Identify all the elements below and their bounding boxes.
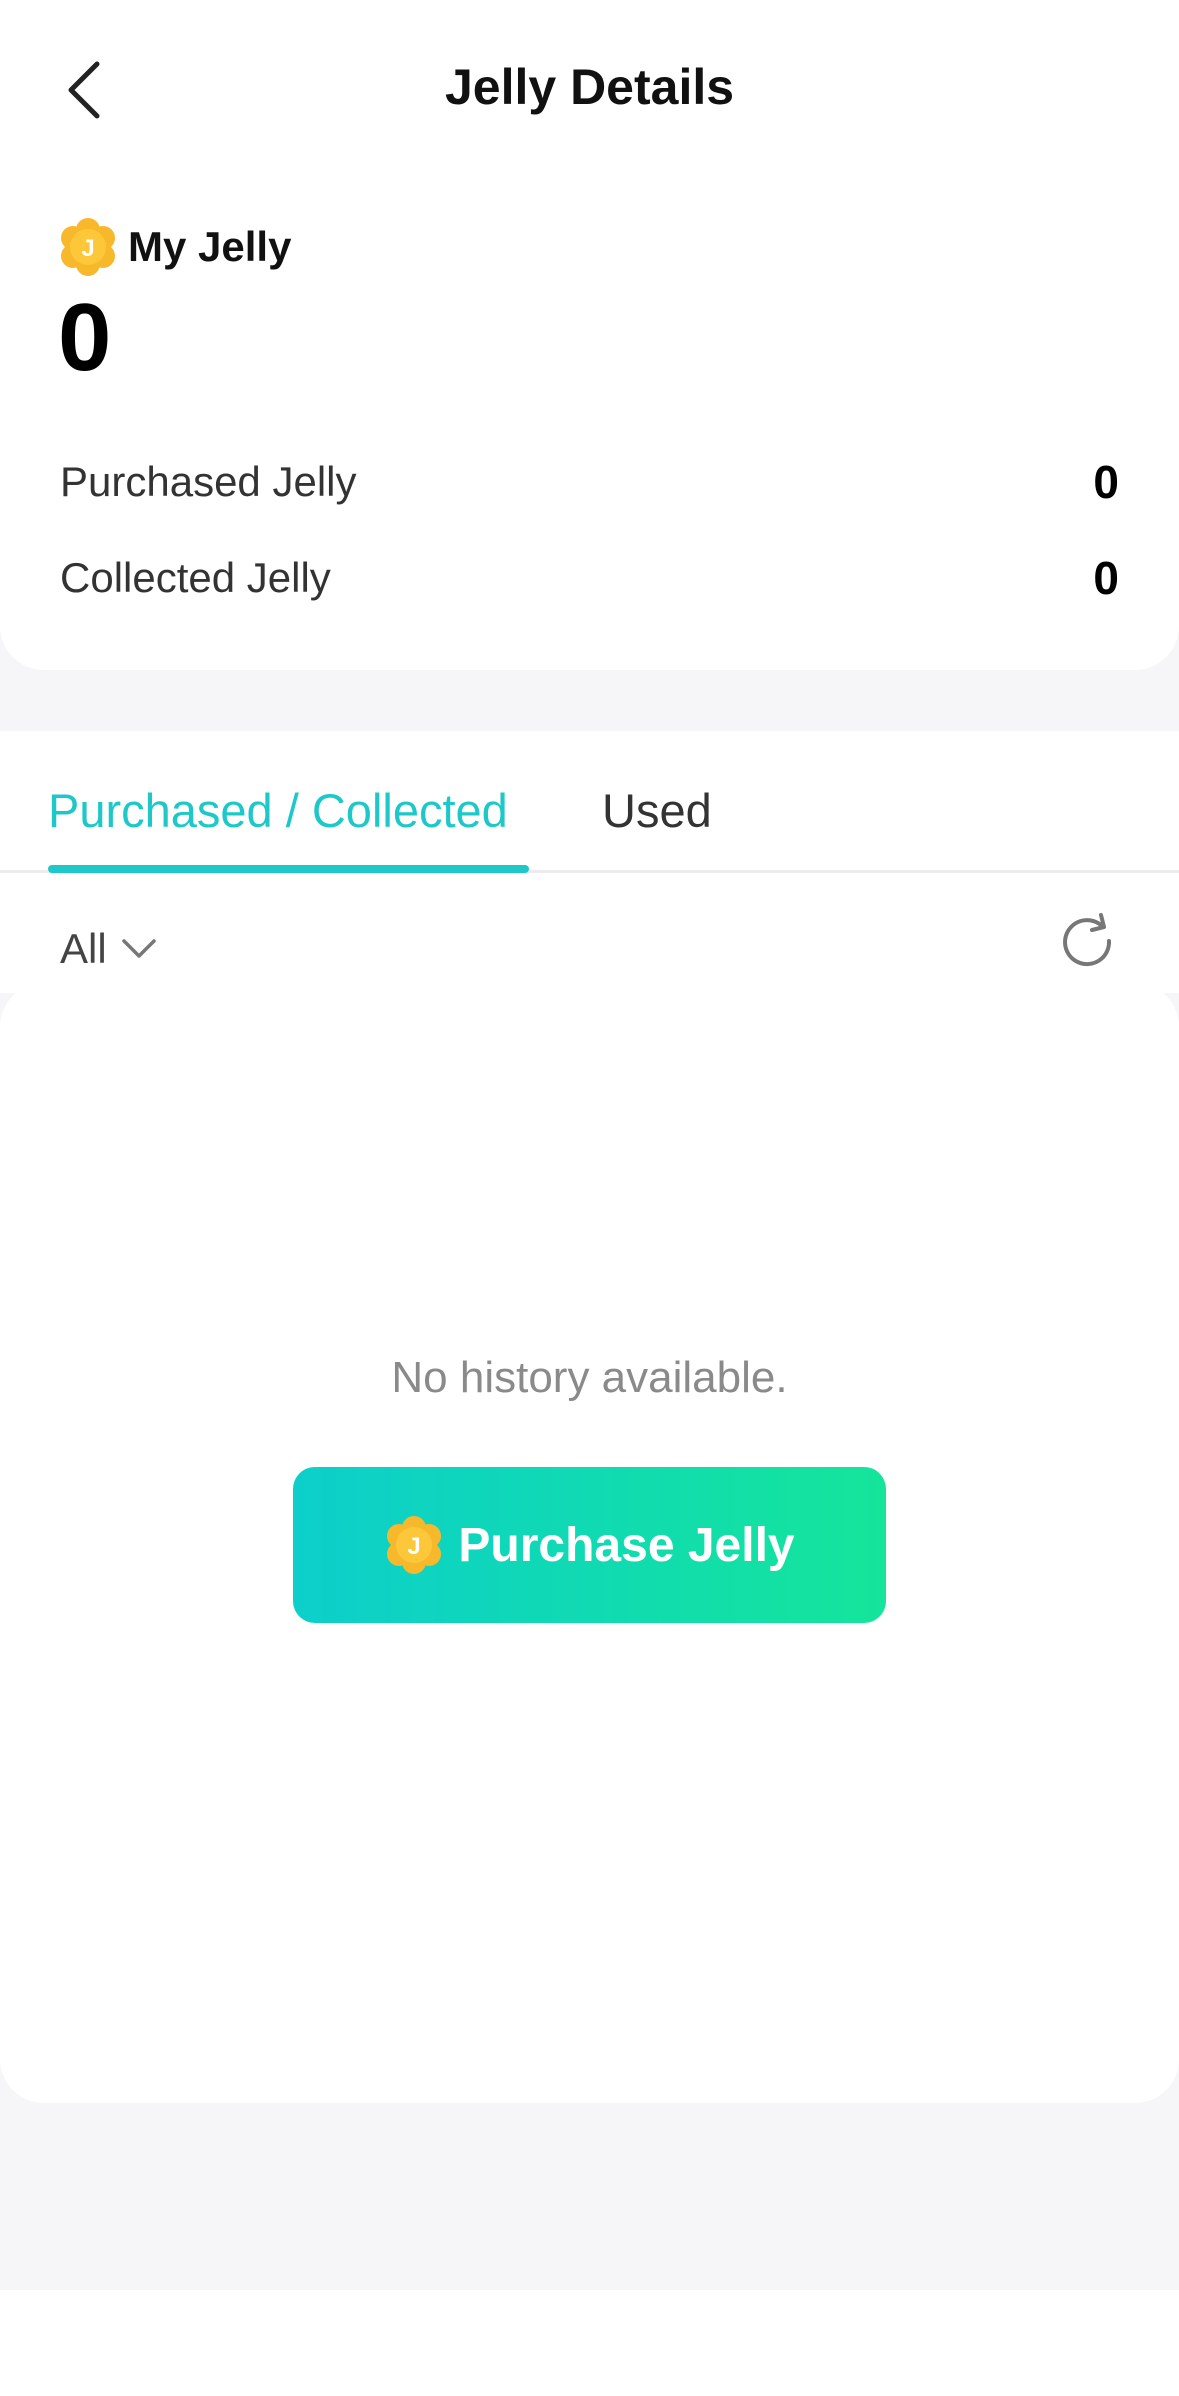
jelly-details-screen: Jelly Details J My Jelly 0 Purchased Jel… <box>0 0 1179 2396</box>
my-jelly-balance: 0 <box>58 284 112 391</box>
bottom-safe-area <box>0 2290 1179 2396</box>
history-list-empty-state: No history available. J Purchase Jelly <box>0 983 1179 2103</box>
svg-text:J: J <box>408 1533 421 1560</box>
tab-bar: Purchased / Collected Used <box>0 731 1179 873</box>
filter-bar: All <box>0 873 1179 993</box>
collected-jelly-row: Collected Jelly 0 <box>60 551 1119 605</box>
tab-used[interactable]: Used <box>602 783 712 838</box>
page-title: Jelly Details <box>444 59 735 115</box>
chevron-down-icon <box>121 939 156 958</box>
header: Jelly Details <box>0 0 1179 180</box>
active-tab-indicator <box>48 865 529 873</box>
jelly-summary-card: J My Jelly 0 Purchased Jelly 0 Collected… <box>0 180 1179 670</box>
collected-jelly-label: Collected Jelly <box>60 554 331 601</box>
refresh-icon[interactable] <box>1057 911 1121 975</box>
filter-selected-value: All <box>60 925 107 972</box>
collected-jelly-value: 0 <box>1093 552 1119 604</box>
jelly-coin-icon: J <box>387 1516 442 1574</box>
tab-purchased-collected[interactable]: Purchased / Collected <box>48 783 508 838</box>
filter-dropdown[interactable]: All <box>60 925 157 973</box>
purchased-jelly-label: Purchased Jelly <box>60 458 357 505</box>
jelly-coin-icon: J <box>61 218 115 276</box>
empty-history-message: No history available. <box>391 1353 788 1402</box>
history-section: Purchased / Collected Used All No histor… <box>0 731 1179 2276</box>
purchased-jelly-row: Purchased Jelly 0 <box>60 455 1119 509</box>
my-jelly-label: My Jelly <box>128 223 292 270</box>
my-jelly-header: J My Jelly <box>58 217 291 277</box>
purchase-jelly-button[interactable]: J Purchase Jelly <box>293 1467 886 1623</box>
purchased-jelly-value: 0 <box>1093 456 1119 508</box>
svg-text:J: J <box>81 235 94 262</box>
purchase-jelly-label: Purchase Jelly <box>458 1518 795 1572</box>
